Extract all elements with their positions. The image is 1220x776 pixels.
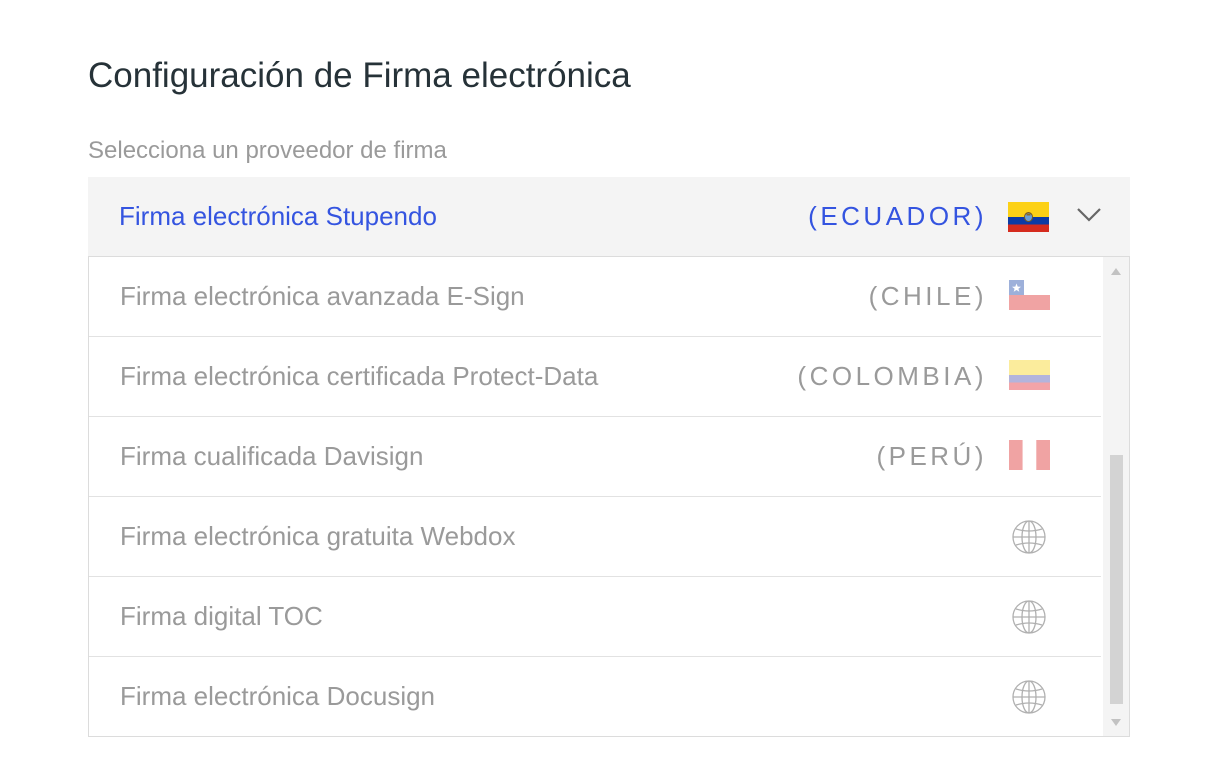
option-e-sign[interactable]: Firma electrónica avanzada E-Sign (CHILE…	[89, 257, 1101, 337]
chile-flag-icon	[1009, 280, 1050, 310]
colombia-flag-icon	[1009, 360, 1050, 390]
option-country: (CHILE)	[868, 281, 987, 311]
scroll-up-arrow-icon[interactable]	[1111, 268, 1121, 275]
provider-select[interactable]: Firma electrónica Stupendo (ECUADOR)	[88, 177, 1130, 256]
scroll-down-arrow-icon[interactable]	[1111, 719, 1121, 726]
option-label: Firma digital TOC	[120, 601, 323, 631]
scrollbar-thumb[interactable]	[1110, 455, 1123, 704]
page-title: Configuración de Firma electrónica	[88, 56, 631, 95]
globe-icon	[1012, 680, 1046, 714]
option-protect-data[interactable]: Firma electrónica certificada Protect-Da…	[89, 337, 1101, 417]
option-label: Firma electrónica certificada Protect-Da…	[120, 361, 599, 391]
options-scrollbar[interactable]	[1103, 257, 1129, 736]
option-webdox[interactable]: Firma electrónica gratuita Webdox	[89, 497, 1101, 577]
globe-icon	[1012, 520, 1046, 554]
provider-select-label: Selecciona un proveedor de firma	[88, 137, 447, 164]
option-label: Firma electrónica gratuita Webdox	[120, 521, 516, 551]
ecuador-flag-icon	[1008, 202, 1049, 232]
peru-flag-icon	[1009, 440, 1050, 470]
option-label: Firma electrónica avanzada E-Sign	[120, 281, 525, 311]
selected-provider-country: (ECUADOR)	[808, 201, 987, 231]
chevron-down-icon[interactable]	[1076, 207, 1102, 223]
option-davisign[interactable]: Firma cualificada Davisign (PERÚ)	[89, 417, 1101, 497]
option-toc[interactable]: Firma digital TOC	[89, 577, 1101, 657]
globe-icon	[1012, 600, 1046, 634]
option-label: Firma electrónica Docusign	[120, 681, 436, 711]
option-country: (COLOMBIA)	[797, 361, 987, 391]
option-docusign[interactable]: Firma electrónica Docusign	[89, 657, 1101, 736]
selected-provider-label: Firma electrónica Stupendo	[119, 201, 437, 231]
provider-options-list: Firma electrónica avanzada E-Sign (CHILE…	[88, 256, 1130, 737]
option-label: Firma cualificada Davisign	[120, 441, 424, 471]
option-country: (PERÚ)	[876, 441, 987, 471]
